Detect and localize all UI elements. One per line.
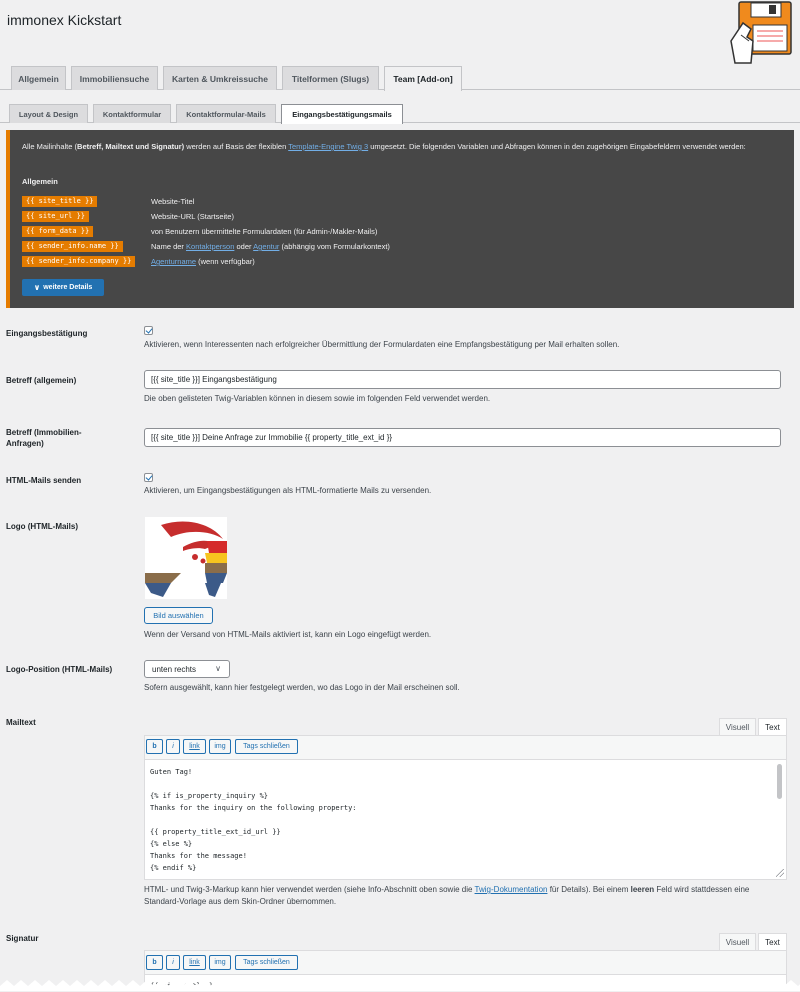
chevron-down-icon: ∨ xyxy=(33,283,41,292)
kickstart-logo-badge xyxy=(730,1,792,64)
confirm-checkbox[interactable] xyxy=(144,326,153,335)
var-sender-company: {{ sender_info.company }} xyxy=(22,256,136,267)
tab-allgemein[interactable]: Allgemein xyxy=(11,66,66,90)
logo-desc: Wenn der Versand von HTML-Mails aktivier… xyxy=(144,630,432,639)
qt-close-tags-button[interactable]: Tags schließen xyxy=(235,739,298,754)
agenturname-link[interactable]: Agenturname xyxy=(151,257,196,266)
resize-handle-icon[interactable] xyxy=(776,869,784,877)
qt-link-button[interactable]: link xyxy=(183,955,206,970)
chevron-down-icon: ∨ xyxy=(215,664,221,673)
torn-edge xyxy=(0,980,800,991)
subject-property-input[interactable]: [{{ site_title }}] Deine Anfrage zur Imm… xyxy=(144,428,781,447)
info-intro: Alle Mailinhalte (Betreff, Mailtext und … xyxy=(22,142,746,151)
code-line: {% if is_property_inquiry %} xyxy=(150,792,269,800)
tab-visual[interactable]: Visuell xyxy=(719,718,756,735)
mailtext-desc: HTML- und Twig-3-Markup kann hier verwen… xyxy=(144,885,750,906)
html-mails-label: HTML-Mails senden xyxy=(6,476,82,485)
var-desc: Name der Kontaktperson oder Agentur (abh… xyxy=(151,242,390,251)
subtab-kontaktformular[interactable]: Kontaktformular xyxy=(93,104,171,123)
confirm-desc: Aktivieren, wenn Interessenten nach erfo… xyxy=(144,340,620,349)
app-title: immonex Kickstart xyxy=(7,12,122,28)
subtab-eingangsbestaetigungsmails[interactable]: Eingangsbestätigungsmails xyxy=(281,104,403,124)
sub-tab-bar: Layout & Design Kontaktformular Kontaktf… xyxy=(0,104,800,124)
var-desc: Website-Titel xyxy=(151,197,195,206)
tab-team-addon[interactable]: Team [Add-on] xyxy=(384,66,462,91)
logo-label: Logo (HTML-Mails) xyxy=(6,522,78,531)
twig-docs-link[interactable]: Twig-Dokumentation xyxy=(475,885,548,894)
qt-italic-button[interactable]: i xyxy=(166,955,180,970)
twig-engine-link[interactable]: Template-Engine Twig 3 xyxy=(288,142,368,151)
select-image-button[interactable]: Bild auswählen xyxy=(144,607,213,624)
confirm-label: Eingangsbestätigung xyxy=(6,329,88,338)
tab-visual[interactable]: Visuell xyxy=(719,933,756,950)
agentur-link[interactable]: Agentur xyxy=(253,242,279,251)
code-line: Thanks for the message! xyxy=(150,852,247,860)
qt-bold-button[interactable]: b xyxy=(146,739,163,754)
var-desc: Website-URL (Startseite) xyxy=(151,212,234,221)
tab-immobiliensuche[interactable]: Immobiliensuche xyxy=(71,66,158,90)
mailtext-label: Mailtext xyxy=(6,718,36,727)
qt-bold-button[interactable]: b xyxy=(146,955,163,970)
html-mails-desc: Aktivieren, um Eingangsbestätigungen als… xyxy=(144,486,432,495)
code-line: Guten Tag! xyxy=(150,768,193,776)
subject-general-input[interactable]: [{{ site_title }}] Eingangsbestätigung xyxy=(144,370,781,389)
subject-general-desc: Die oben gelisteten Twig-Variablen könne… xyxy=(144,394,491,403)
qt-img-button[interactable]: img xyxy=(209,739,231,754)
info-section-heading: Allgemein xyxy=(22,177,58,186)
var-site-title: {{ site_title }} xyxy=(22,196,98,207)
code-line: {% else %} xyxy=(150,840,193,848)
tab-titelformen[interactable]: Titelformen (Slugs) xyxy=(282,66,379,90)
qt-img-button[interactable]: img xyxy=(209,955,231,970)
main-tab-bar: Allgemein Immobiliensuche Karten & Umkre… xyxy=(0,66,800,91)
logo-position-label: Logo-Position (HTML-Mails) xyxy=(6,665,113,674)
subject-general-label: Betreff (allgemein) xyxy=(6,376,77,385)
kontaktperson-link[interactable]: Kontaktperson xyxy=(186,242,234,251)
var-desc: von Benutzern übermittelte Formulardaten… xyxy=(151,227,378,236)
var-sender-name: {{ sender_info.name }} xyxy=(22,241,123,252)
logo-position-select[interactable]: unten rechts ∨ xyxy=(144,660,230,678)
info-box: Alle Mailinhalte (Betreff, Mailtext und … xyxy=(6,130,794,308)
qt-close-tags-button[interactable]: Tags schließen xyxy=(235,955,298,970)
var-form-data: {{ form_data }} xyxy=(22,226,94,237)
scrollbar[interactable] xyxy=(777,764,782,799)
subtab-layout-design[interactable]: Layout & Design xyxy=(9,104,88,123)
qt-link-button[interactable]: link xyxy=(183,739,206,754)
var-desc: Agenturname (wenn verfügbar) xyxy=(151,257,255,266)
html-mails-checkbox[interactable] xyxy=(144,473,153,482)
signature-label: Signatur xyxy=(6,934,39,943)
more-details-button[interactable]: ∨ weitere Details xyxy=(22,279,104,296)
subtab-kontaktformular-mails[interactable]: Kontaktformular-Mails xyxy=(176,104,276,123)
subject-property-label: Betreff (Immobilien-Anfragen) xyxy=(6,428,82,448)
code-line: {{ property_title_ext_id_url }} xyxy=(150,828,281,836)
logo-image xyxy=(145,517,227,599)
tab-karten-umkreissuche[interactable]: Karten & Umkreissuche xyxy=(163,66,277,90)
tab-text[interactable]: Text xyxy=(758,933,787,950)
var-site-url: {{ site_url }} xyxy=(22,211,90,222)
qt-italic-button[interactable]: i xyxy=(166,739,180,754)
logo-position-desc: Sofern ausgewählt, kann hier festgelegt … xyxy=(144,683,460,692)
code-line: {% endif %} xyxy=(150,864,197,872)
mailtext-textarea[interactable]: Guten Tag! {% if is_property_inquiry %} … xyxy=(145,759,786,879)
tab-text[interactable]: Text xyxy=(758,718,787,735)
code-line: Thanks for the inquiry on the following … xyxy=(150,804,357,812)
